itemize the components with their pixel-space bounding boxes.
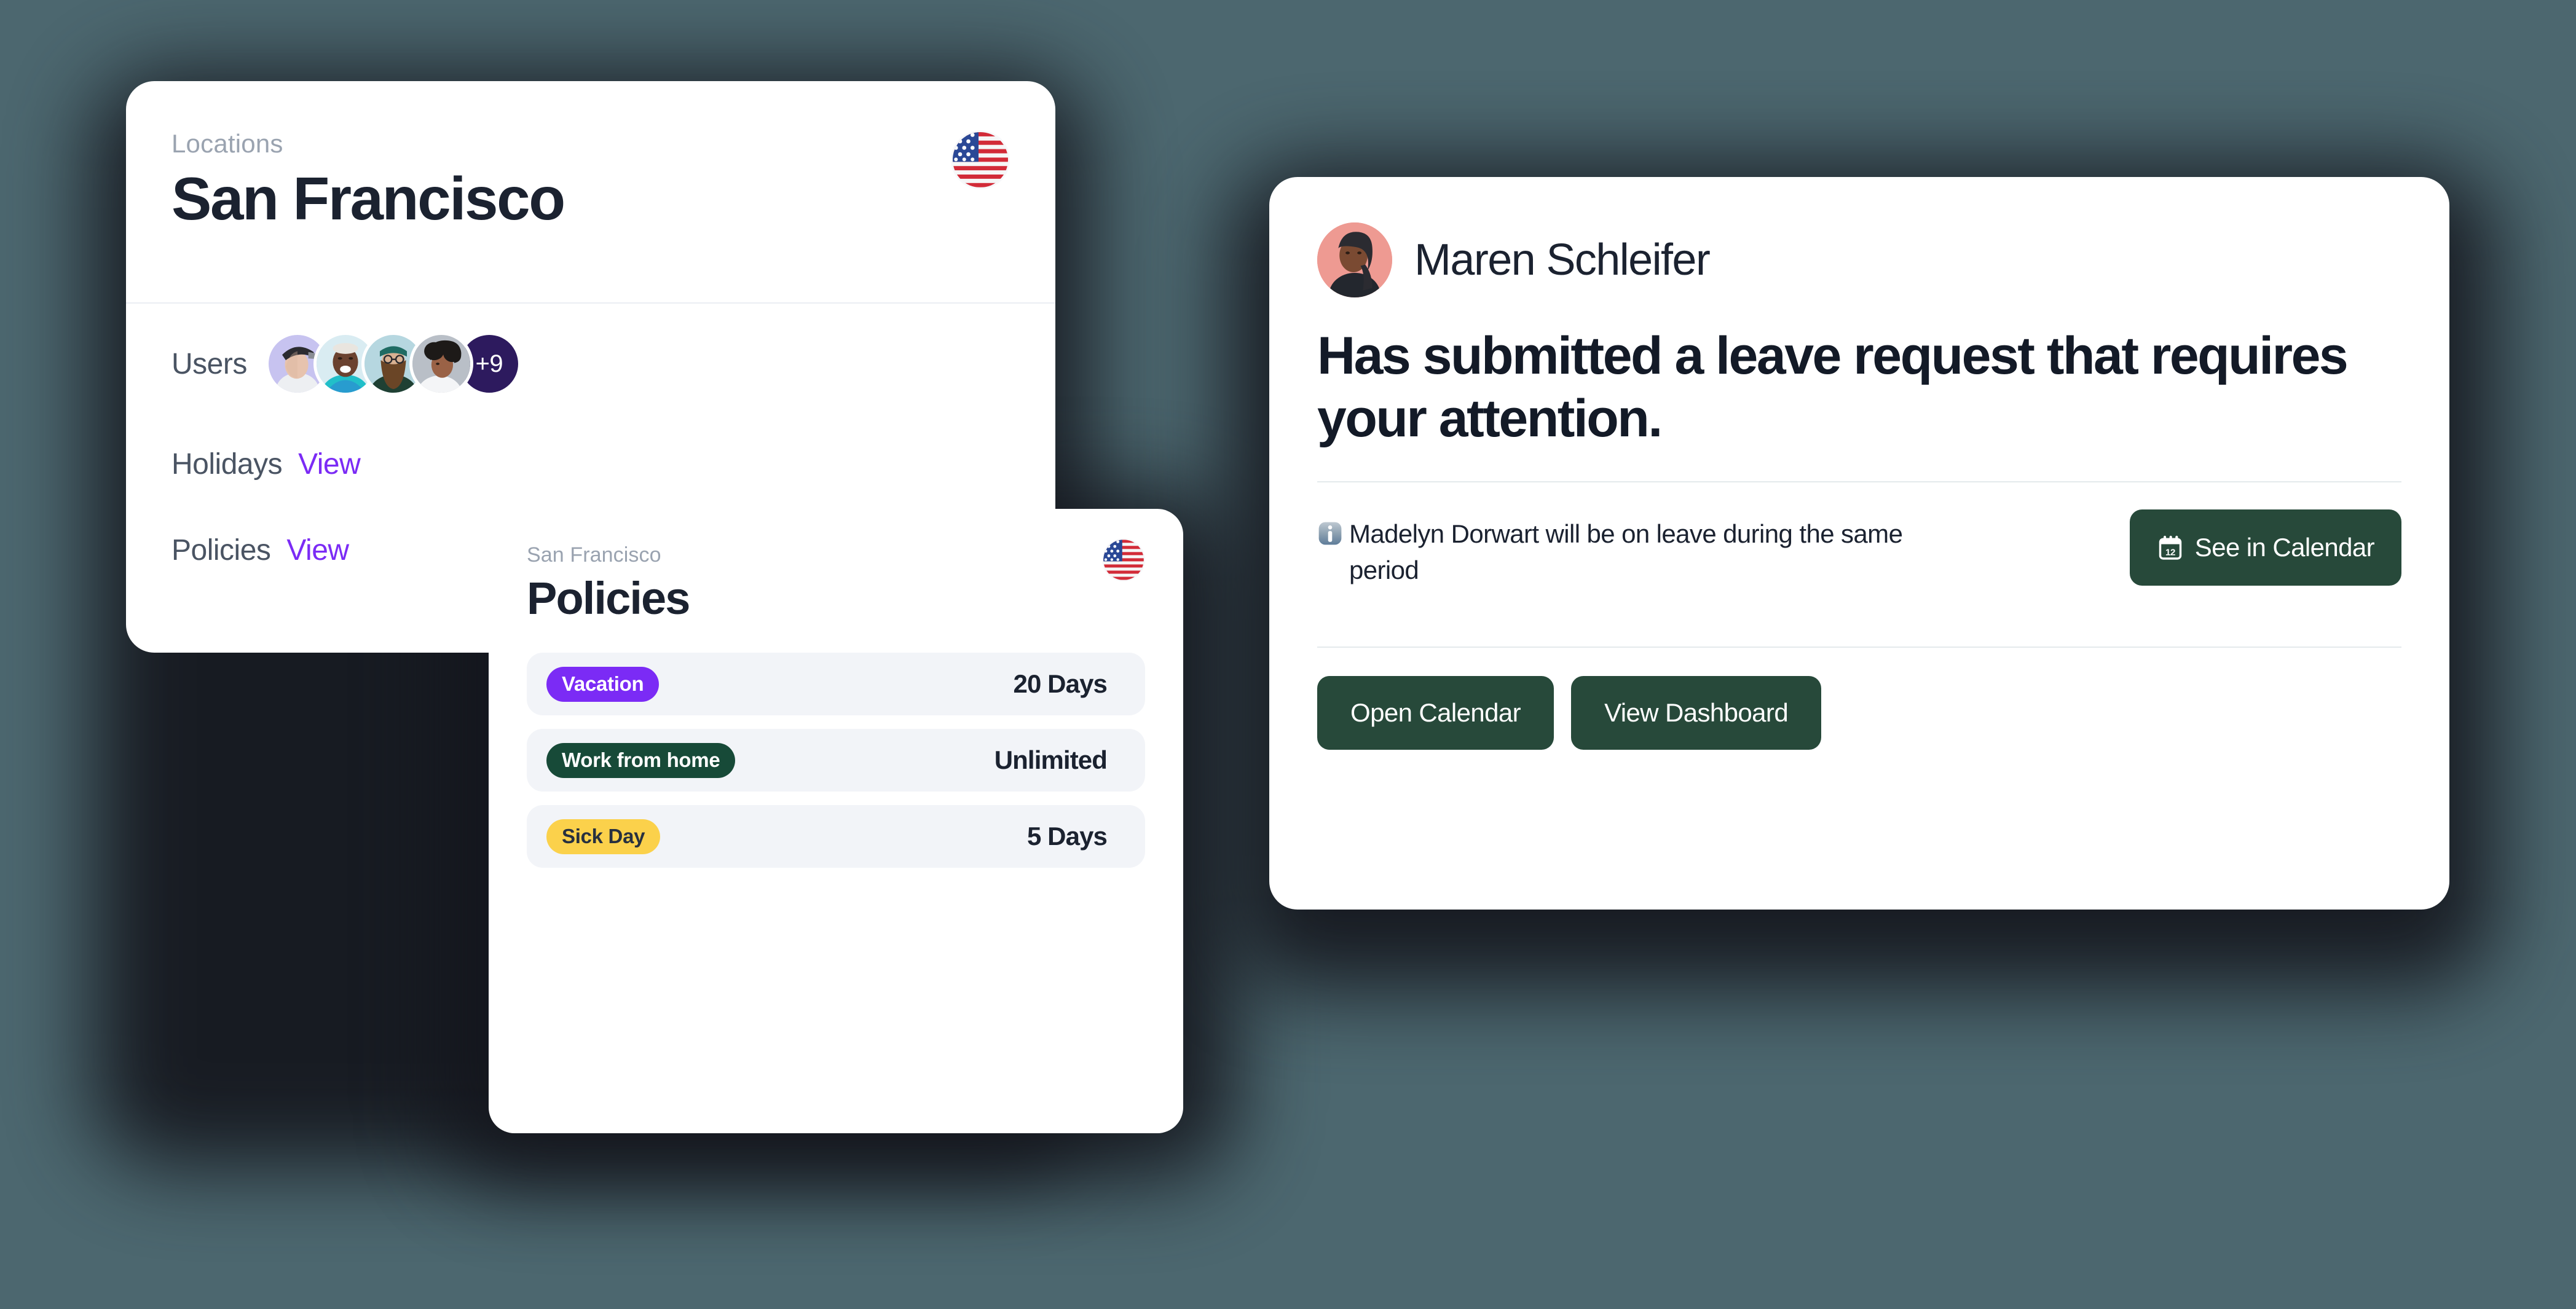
policies-card-header: San Francisco Policies [489, 509, 1183, 624]
holidays-view-link[interactable]: View [298, 447, 361, 481]
policy-row[interactable]: Work from home Unlimited [527, 729, 1145, 792]
view-dashboard-button[interactable]: View Dashboard [1571, 675, 1822, 750]
see-in-calendar-label: See in Calendar [2194, 532, 2375, 562]
view-dashboard-label: View Dashboard [1604, 698, 1789, 727]
svg-text:12: 12 [2165, 547, 2175, 557]
policies-title: Policies [527, 573, 690, 624]
policies-card: San Francisco Policies Vacation 20 Days … [489, 509, 1183, 1133]
policy-badge: Sick Day [546, 819, 661, 854]
notification-headline: Has submitted a leave request that requi… [1317, 326, 2349, 449]
calendar-12-icon: 12 [2157, 534, 2184, 561]
avatar-stack[interactable]: +9 [265, 332, 521, 396]
notification-note-wrapper: Madelyn Dorwart will be on leave during … [1317, 509, 1956, 589]
users-row: Users +9 [171, 304, 1010, 424]
avatar[interactable] [1317, 222, 1392, 297]
holidays-label: Holidays [171, 447, 283, 481]
open-calendar-button[interactable]: Open Calendar [1317, 675, 1554, 750]
policy-badge: Vacation [546, 666, 660, 702]
policy-value: 20 Days [1013, 669, 1108, 698]
us-flag-icon [951, 130, 1010, 189]
see-in-calendar-button[interactable]: 12 See in Calendar [2129, 509, 2401, 586]
policies-view-link[interactable]: View [286, 533, 349, 567]
locations-card-header: Locations San Francisco [126, 81, 1055, 302]
policies-label: Policies [171, 533, 271, 567]
policy-badge: Work from home [546, 742, 736, 778]
person-name: Maren Schleifer [1414, 235, 1711, 285]
policies-list: Vacation 20 Days Work from home Unlimite… [489, 653, 1183, 868]
notification-note-row: Madelyn Dorwart will be on leave during … [1317, 482, 2401, 616]
policies-eyebrow: San Francisco [527, 543, 661, 567]
locations-eyebrow: Locations [171, 129, 283, 158]
policy-row[interactable]: Vacation 20 Days [527, 653, 1145, 715]
policy-row[interactable]: Sick Day 5 Days [527, 805, 1145, 868]
notification-actions: Open Calendar View Dashboard [1317, 648, 2401, 750]
leave-request-notification-card: Maren Schleifer Has submitted a leave re… [1269, 177, 2449, 910]
notification-person: Maren Schleifer [1317, 222, 2401, 297]
open-calendar-label: Open Calendar [1350, 698, 1521, 727]
information-emoji-icon [1317, 521, 1343, 546]
avatar[interactable] [409, 332, 473, 396]
holidays-row: Holidays View [171, 415, 1010, 513]
policy-value: Unlimited [994, 745, 1108, 774]
users-label: Users [171, 347, 247, 380]
us-flag-icon [1102, 538, 1145, 581]
page-title: San Francisco [171, 165, 565, 232]
notification-note-text: Madelyn Dorwart will be on leave during … [1349, 519, 1903, 585]
policy-value: 5 Days [1026, 822, 1108, 851]
